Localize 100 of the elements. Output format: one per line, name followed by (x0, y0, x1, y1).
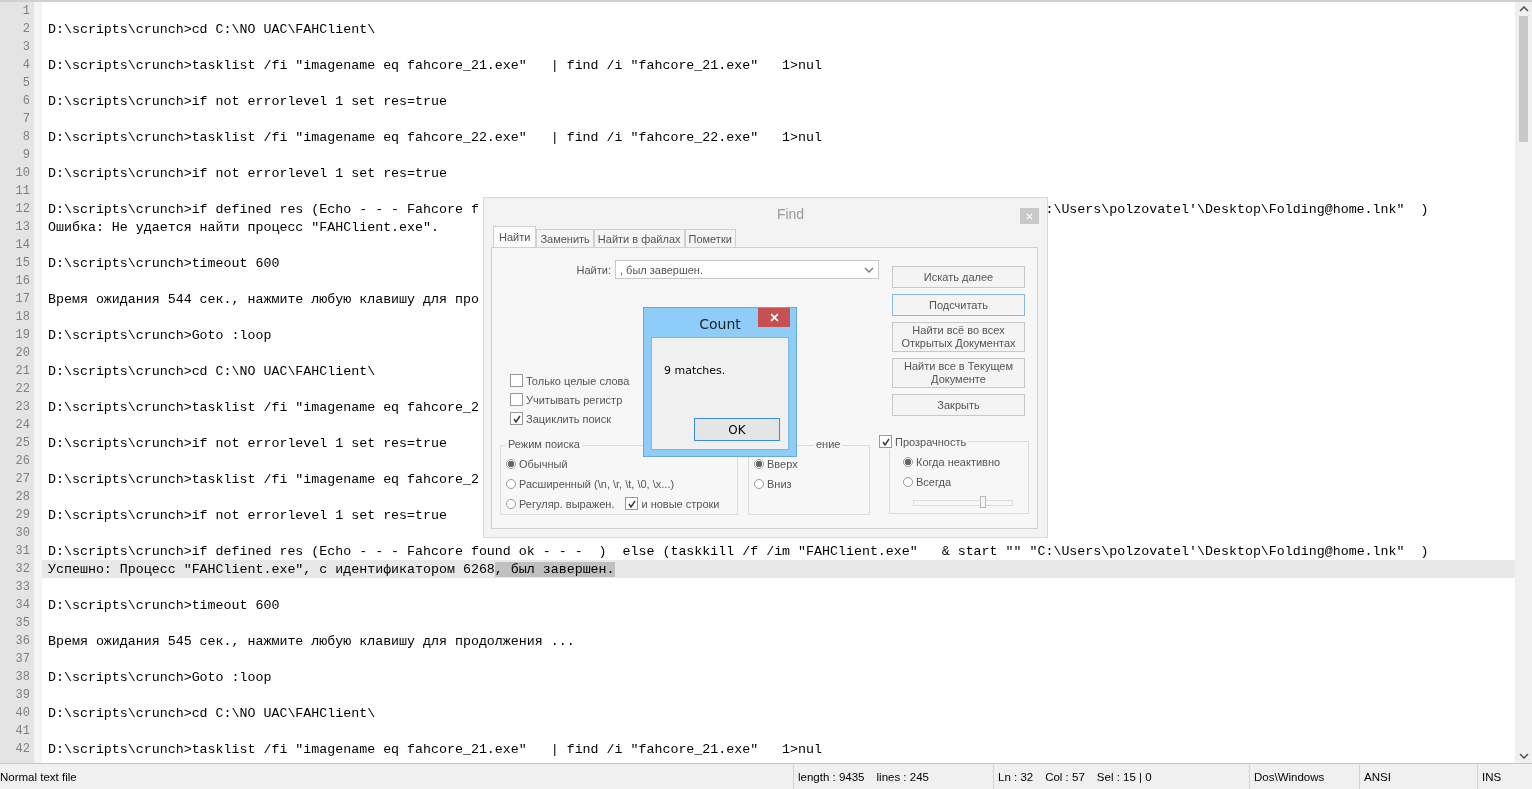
checkbox[interactable] (510, 374, 523, 387)
code-line: D:\scripts\crunch>tasklist /fi "imagename eq fahcore_2 (48, 399, 479, 415)
tab[interactable]: Найти (493, 226, 537, 247)
close-icon (769, 313, 779, 322)
code-line: D:\scripts\crunch>if defined res (Echo - - - Fahcore found ok - - - ) else (taskkill /f /im "FAHClient.exe" & start "" "C:\Users\polzovatel'\Desktop\Folding@home.lnk" ) (48, 543, 1429, 559)
find-field[interactable]: , был завершен. (615, 260, 879, 279)
code-line: Время ожидания 545 сек., нажмите любую клавишу для продолжения ... (48, 633, 575, 649)
column-info: Col : 57 (1045, 770, 1085, 783)
checkbox-label: Зациклить поиск (526, 412, 612, 425)
line-number: 14 (14, 238, 30, 252)
eol-format: Dos\Windows (1250, 764, 1360, 789)
dialog-button[interactable]: Найти всё во всех Открытых Документах (892, 322, 1025, 352)
line-number: 20 (14, 346, 30, 360)
find-label: Найти: (576, 263, 611, 276)
dialog-button[interactable]: Закрыть (892, 394, 1025, 416)
line-number: 4 (21, 58, 30, 72)
scroll-up-icon[interactable] (1518, 6, 1529, 12)
encoding: ANSI (1360, 764, 1478, 789)
close-icon (1026, 212, 1033, 220)
radio-label: Регуляр. выражен. (519, 497, 615, 510)
tab[interactable]: Заменить (536, 229, 594, 247)
radio-button[interactable] (903, 476, 913, 487)
lines-info: lines : 245 (876, 770, 929, 783)
checkbox[interactable] (510, 412, 523, 425)
line-number: 25 (14, 436, 30, 450)
tab[interactable]: Найти в файлах (593, 229, 685, 247)
code-line: D:\scripts\crunch>cd C:\NO UAC\FAHClient\ (48, 363, 376, 379)
checkbox-label: Прозрачность (895, 435, 967, 448)
tab[interactable]: Пометки (684, 229, 736, 247)
line-number: 33 (14, 580, 30, 594)
line-number: 10 (14, 166, 30, 180)
radio-button[interactable] (506, 478, 516, 489)
line-number: 5 (21, 76, 30, 90)
code-line: D:\scripts\crunch>timeout 600 (48, 597, 280, 613)
dialog-title: Count (699, 315, 741, 332)
dialog-button[interactable]: Искать далее (892, 266, 1025, 288)
code-line: Ошибка: Не удается найти процесс "FAHClient.exe". (48, 219, 439, 235)
line-number: 16 (14, 274, 30, 288)
code-line: D:\scripts\crunch>if defined res (Echo - - - Fahcore f (48, 201, 479, 217)
line-number: 9 (21, 148, 30, 162)
dialog-button[interactable]: Найти все в Текущем Документе (892, 358, 1025, 388)
radio-button[interactable] (903, 456, 913, 467)
line-number: 3 (21, 40, 30, 54)
code-line: D:\scripts\crunch>tasklist /fi "imagename eq fahcore_21.exe" | find /i "fahcore_21.exe" 1>nul (48, 741, 822, 757)
code-line: Время ожидания 544 сек., нажмите любую клавишу для про (48, 291, 479, 307)
code-line: D:\scripts\crunch>cd C:\NO UAC\FAHClient\ (48, 705, 376, 721)
radio-label: Вверх (767, 457, 798, 470)
dialog-button[interactable]: Подсчитать (892, 294, 1025, 316)
scroll-thumb[interactable] (1519, 16, 1528, 142)
line-number: 36 (14, 634, 30, 648)
line-number: 27 (14, 472, 30, 486)
checkbox[interactable] (625, 497, 639, 510)
scroll-down-icon[interactable] (1518, 753, 1529, 759)
line-number: 8 (21, 130, 30, 144)
scrollbar[interactable] (1515, 2, 1532, 763)
line-number: 26 (14, 454, 30, 468)
line-number: 11 (14, 184, 30, 198)
line-number: 12 (14, 202, 30, 216)
code-line: D:\scripts\crunch>if not errorlevel 1 set res=true (48, 93, 447, 109)
code-line: D:\scripts\crunch>if not errorlevel 1 set res=true (48, 165, 447, 181)
radio-button[interactable] (506, 498, 516, 509)
radio-label: Расширенный (\n, \r, \t, \0, \x...) (519, 477, 675, 490)
line-number: 21 (14, 364, 30, 378)
code-line: D:\scripts\crunch>tasklist /fi "imagename eq fahcore_2 (48, 471, 479, 487)
checkbox-label: Учитывать регистр (526, 393, 623, 406)
radio-label: Всегда (916, 475, 951, 488)
line-number: 38 (14, 670, 30, 684)
line-number: 17 (14, 292, 30, 306)
message-text: 9 matches. (664, 364, 727, 377)
code-line: D:\scripts\crunch>Goto :loop (48, 327, 272, 343)
code-line: D:\scripts\crunch>timeout 600 (48, 255, 280, 271)
line-number: 18 (14, 310, 30, 324)
checkbox[interactable] (879, 435, 892, 448)
close-button[interactable] (758, 308, 790, 327)
dialog-title: Find (776, 206, 805, 224)
code-line: D:\scripts\crunch>if not errorlevel 1 set res=true (48, 507, 447, 523)
selected-text: , был завершен. (494, 561, 615, 577)
selection-info: Sel : 15 | 0 (1096, 770, 1152, 783)
slider-thumb[interactable] (979, 496, 986, 508)
line-number: 22 (14, 382, 30, 396)
line-info: Ln : 32 (998, 770, 1034, 783)
code-line: D:\scripts\crunch>cd C:\NO UAC\FAHClient\ (48, 21, 376, 37)
checkbox-label: Только целые слова (526, 374, 630, 387)
radio-label: Вниз (767, 477, 792, 490)
checkbox[interactable] (510, 393, 523, 406)
file-type: Normal text file (0, 764, 794, 789)
dropdown-icon[interactable] (864, 266, 874, 273)
group-title: Режим поиска (506, 438, 582, 450)
line-number: 34 (14, 598, 30, 612)
radio-button[interactable] (754, 478, 764, 489)
radio-button[interactable] (506, 458, 516, 469)
ok-button[interactable]: OK (694, 418, 780, 441)
code-line: D:\scripts\crunch>tasklist /fi "imagename eq fahcore_21.exe" | find /i "fahcore_21.exe" 1>nul (48, 57, 822, 73)
length-info: length : 9435 (798, 770, 865, 783)
code-line: :\Users\polzovatel'\Desktop\Folding@home.lnk" ) (1045, 201, 1429, 217)
line-number: 2 (21, 22, 30, 36)
line-number: 23 (14, 400, 30, 414)
radio-button[interactable] (754, 458, 764, 469)
code-line: D:\scripts\crunch>tasklist /fi "imagename eq fahcore_22.exe" | find /i "fahcore_22.exe" 1>nul (48, 129, 822, 145)
line-number: 19 (14, 328, 30, 342)
